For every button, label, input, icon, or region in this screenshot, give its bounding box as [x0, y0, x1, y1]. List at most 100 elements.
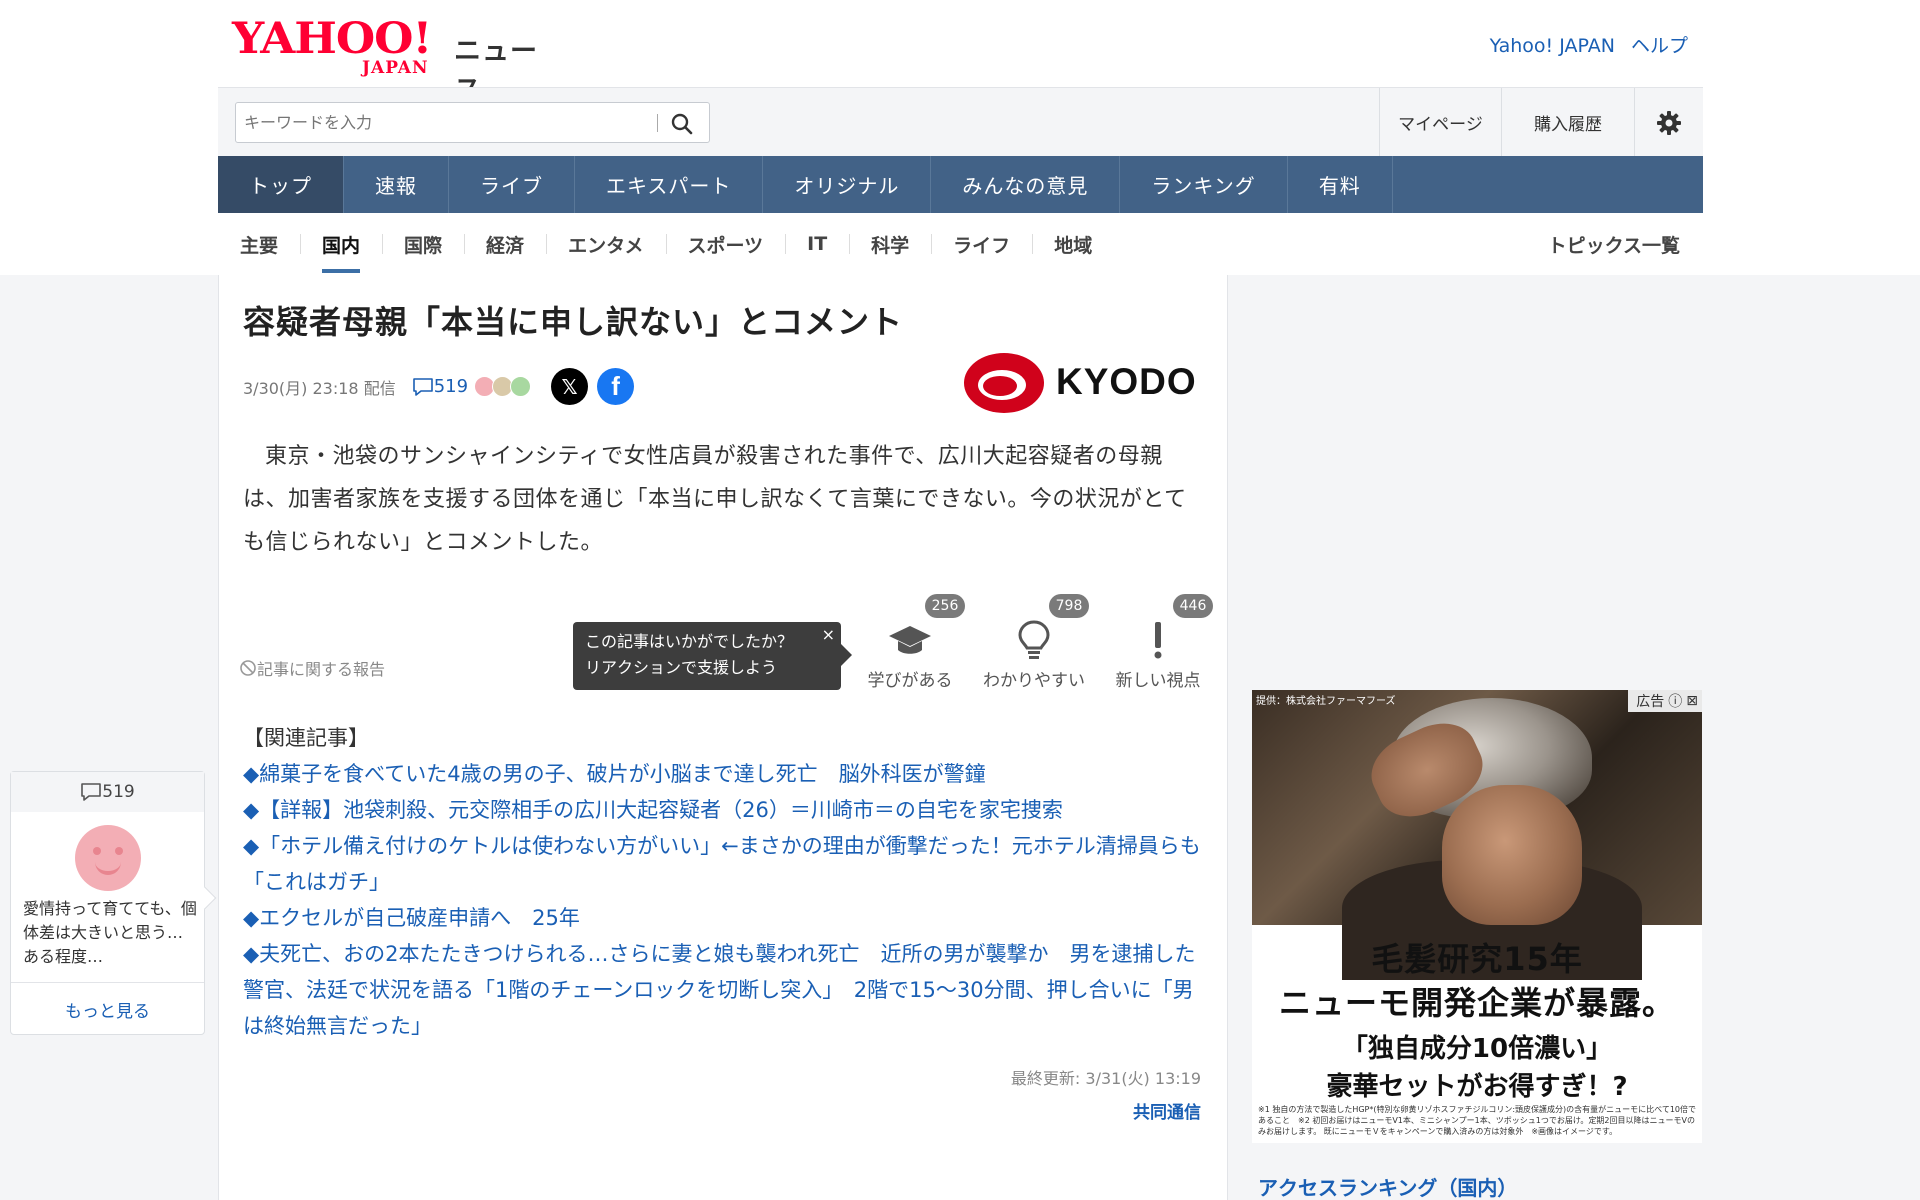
comment-icon [412, 377, 433, 396]
gear-icon [1657, 110, 1681, 135]
nav-live[interactable]: ライブ [449, 156, 575, 213]
search-separator [657, 114, 658, 132]
yahoo-japan-link[interactable]: Yahoo! JAPAN [1490, 35, 1615, 57]
kyodo-mark [964, 353, 1044, 413]
ad-footnote: ※1 独自の方法で製造したHGP*(特別な卵黄リゾホスファチジルコリン:頭皮保護… [1258, 1105, 1697, 1136]
lightbulb-icon [1018, 620, 1050, 659]
comment-preview[interactable]: 愛情持って育てても、個体差は大きいと思う… ある程度… [23, 897, 198, 969]
close-icon[interactable]: × [822, 622, 835, 648]
category-it[interactable]: IT [785, 213, 849, 275]
reaction-learn[interactable]: 256 学びがある [855, 590, 965, 691]
last-updated: 最終更新: 3/31(火) 13:19 [1010, 1069, 1201, 1088]
ad-photo: 提供：株式会社ファーマフーズ [1252, 690, 1702, 980]
article-title: 容疑者母親「本当に申し訳ない」とコメント [243, 303, 904, 341]
tooltip-line-2: リアクションで支援しよう [585, 658, 778, 677]
category-science[interactable]: 科学 [849, 213, 931, 275]
reaction-label: 新しい視点 [1115, 671, 1201, 691]
reaction-tooltip: この記事はいかがでしたか？ リアクションで支援しよう × [573, 622, 852, 690]
ad-headline-1: 毛髪研究15年 [1371, 940, 1583, 978]
related-link[interactable]: ◆エクセルが自己破産申請へ 25年 [243, 900, 1208, 936]
category-local[interactable]: 地域 [1032, 213, 1114, 275]
category-life[interactable]: ライフ [931, 213, 1032, 275]
reaction-label: わかりやすい [983, 671, 1085, 691]
related-link[interactable]: ◆綿菓子を食べていた4歳の男の子、破片が小脳まで達し死亡 脳外科医が警鐘 [243, 756, 1208, 792]
search-bar: マイページ 購入履歴 [218, 87, 1703, 157]
ad-label-text: 広告 [1636, 694, 1665, 710]
ad-headline-2: ニューモ開発企業が暴露。 [1278, 984, 1675, 1022]
settings-button[interactable] [1634, 88, 1703, 157]
share-buttons: 𝕏 f [542, 368, 635, 405]
ad-headline-3: 「独自成分10倍濃い」 [1341, 1034, 1613, 1064]
purchase-history-link[interactable]: 購入履歴 [1501, 88, 1634, 157]
prohibited-icon [240, 660, 256, 676]
happy-face-icon [510, 376, 532, 397]
search-input[interactable] [236, 103, 656, 142]
comment-widget: 519 愛情持って育てても、個体差は大きいと思う… ある程度… もっと見る [10, 771, 217, 1036]
search-box [235, 102, 710, 143]
kyodo-logo[interactable]: KYODO [962, 352, 1197, 414]
help-link[interactable]: ヘルプ [1631, 35, 1688, 57]
reaction-count: 798 [1049, 594, 1089, 618]
facebook-share-icon[interactable]: f [597, 368, 635, 405]
category-nav: 主要 国内 国際 経済 エンタメ スポーツ IT 科学 ライフ 地域 トピックス… [218, 213, 1703, 275]
ad-label[interactable]: 広告 ⓘ ⊠ [1628, 690, 1702, 712]
category-entertainment[interactable]: エンタメ [546, 213, 665, 275]
page-header-area: YAHOO! JAPAN ニュース Yahoo! JAPAN ヘルプ マイページ… [0, 0, 1920, 275]
nav-opinions[interactable]: みんなの意見 [931, 156, 1121, 213]
x-share-icon[interactable]: 𝕏 [551, 368, 589, 405]
info-icon[interactable]: ⓘ [1668, 691, 1682, 711]
article: 容疑者母親「本当に申し訳ない」とコメント 3/30(月) 23:18 配信 51… [218, 275, 1228, 1200]
reaction-new-view[interactable]: 446 新しい視点 [1103, 590, 1213, 691]
category-main[interactable]: 主要 [218, 213, 300, 275]
smile-face-icon [75, 825, 141, 891]
reactions-area: 記事に関する報告 この記事はいかがでしたか？ リアクションで支援しよう × 25… [219, 590, 1229, 691]
comment-count: 519 [433, 376, 469, 397]
kyodo-text: KYODO [1056, 361, 1197, 402]
publish-date: 3/30(月) 23:18 配信 [243, 378, 396, 398]
related-heading: 【関連記事】 [243, 726, 369, 750]
report-label: 記事に関する報告 [257, 660, 386, 679]
category-sports[interactable]: スポーツ [665, 213, 786, 275]
mypage-link[interactable]: マイページ [1379, 88, 1501, 157]
nav-top[interactable]: トップ [218, 156, 344, 213]
reaction-faces [474, 376, 532, 397]
reaction-label: 学びがある [867, 671, 953, 691]
related-link[interactable]: ◆「ホテル備え付けのケトルは使わない方がいい」←まさかの理由が衝撃だった！元ホテ… [243, 828, 1208, 900]
nav-original[interactable]: オリジナル [763, 156, 932, 213]
ad-provider: 提供：株式会社ファーマフーズ [1256, 696, 1396, 707]
source-name[interactable]: 共同通信 [1133, 1098, 1201, 1123]
nav-paid[interactable]: 有料 [1288, 156, 1393, 213]
nav-breaking[interactable]: 速報 [344, 156, 449, 213]
nav-expert[interactable]: エキスパート [575, 156, 764, 213]
category-economy[interactable]: 経済 [464, 213, 546, 275]
more-comments-link[interactable]: もっと見る [11, 982, 204, 1036]
category-domestic[interactable]: 国内 [300, 213, 382, 275]
tooltip-line-1: この記事はいかがでしたか？ [585, 632, 794, 651]
topics-list-link[interactable]: トピックス一覧 [1548, 213, 1680, 275]
comment-widget-count[interactable]: 519 [11, 772, 204, 812]
logo-sub: JAPAN [362, 58, 429, 78]
reaction-count: 446 [1173, 594, 1213, 618]
reaction-clear[interactable]: 798 わかりやすい [979, 590, 1089, 691]
close-icon[interactable]: ⊠ [1686, 693, 1698, 709]
related-link[interactable]: ◆夫死亡、おの2本たたきつけられる…さらに妻と娘も襲われ死亡 近所の男が襲撃か … [243, 936, 1208, 1044]
exclamation-icon [1154, 622, 1162, 659]
article-meta: 3/30(月) 23:18 配信 519 𝕏 f [243, 368, 635, 405]
article-body: 東京・池袋のサンシャインシティで女性店員が殺害された事件で、広川大起容疑者の母親… [243, 444, 1187, 555]
category-international[interactable]: 国際 [382, 213, 464, 275]
related-link[interactable]: ◆【詳報】池袋刺殺、元交際相手の広川大起容疑者（26）＝川崎市＝の自宅を家宅捜索 [243, 792, 1208, 828]
header-links: Yahoo! JAPAN ヘルプ [1480, 31, 1688, 58]
access-ranking-title[interactable]: アクセスランキング（国内） [1258, 1172, 1517, 1200]
report-link[interactable]: 記事に関する報告 [239, 656, 385, 680]
graduation-cap-icon [889, 626, 931, 654]
advertisement[interactable]: 提供：株式会社ファーマフーズ 広告 ⓘ ⊠ 毛髪研究15年 ニューモ開発企業が暴… [1252, 690, 1702, 1143]
nav-ranking[interactable]: ランキング [1120, 156, 1288, 213]
ad-headline-4: 豪華セットがお得すぎ！? [1326, 1072, 1628, 1102]
comment-count: 519 [102, 782, 135, 802]
logo-text: YAHOO! [232, 14, 432, 64]
search-icon[interactable] [669, 111, 695, 137]
yahoo-news-logo[interactable]: YAHOO! JAPAN ニュース [232, 14, 542, 106]
global-nav: トップ 速報 ライブ エキスパート オリジナル みんなの意見 ランキング 有料 [218, 156, 1703, 213]
comment-link[interactable]: 519 [412, 376, 468, 397]
comment-icon [81, 783, 102, 801]
